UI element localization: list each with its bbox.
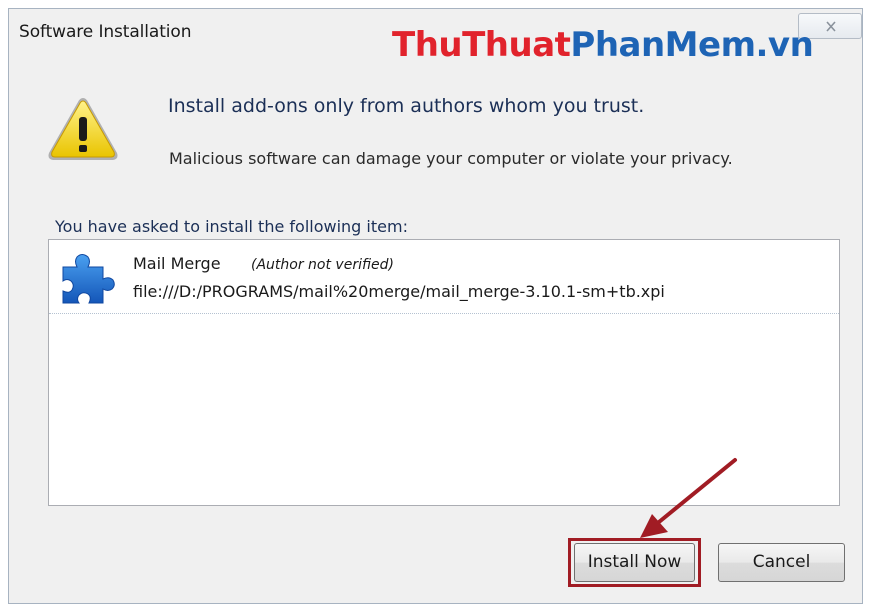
watermark-part-1: ThuThuat: [392, 25, 571, 65]
warning-detail: Malicious software can damage your compu…: [169, 149, 733, 168]
close-icon: [826, 21, 836, 32]
watermark: ThuThuatPhanMem.vn: [392, 25, 814, 75]
warning-headline: Install add-ons only from authors whom y…: [168, 95, 645, 117]
cancel-button[interactable]: Cancel: [718, 543, 845, 582]
author-note: (Author not verified): [251, 257, 394, 273]
warning-icon: [48, 98, 118, 160]
addon-list[interactable]: Mail Merge (Author not verified) file://…: [48, 239, 840, 506]
watermark-part-3: .vn: [755, 25, 814, 65]
list-item[interactable]: Mail Merge (Author not verified) file://…: [49, 240, 839, 314]
puzzle-piece-icon: [62, 254, 115, 304]
addon-name: Mail Merge: [133, 254, 221, 273]
software-installation-dialog: Software Installation Install add-ons on…: [8, 8, 863, 604]
list-caption: You have asked to install the following …: [55, 217, 408, 236]
window-title: Software Installation: [19, 22, 192, 42]
highlight-box: [568, 538, 701, 587]
addon-path: file:///D:/PROGRAMS/mail%20merge/mail_me…: [133, 282, 665, 301]
watermark-part-2: PhanMem: [570, 25, 756, 65]
